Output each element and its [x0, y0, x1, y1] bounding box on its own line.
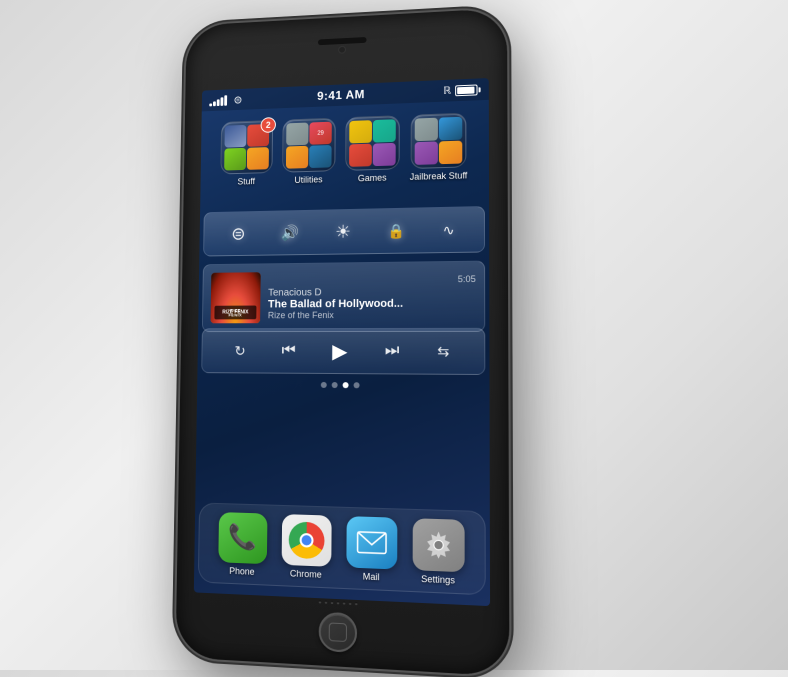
- control-strip: ⊜ 🔊 ☀ 🔒 ∿: [203, 206, 485, 256]
- page-dot-4: [353, 382, 359, 388]
- shuffle-button[interactable]: ⇆: [437, 343, 449, 360]
- signal-bar-1: [209, 103, 212, 106]
- dock-app-mail[interactable]: Mail: [346, 516, 397, 583]
- folder-utilities-icon[interactable]: 29: [282, 118, 336, 173]
- bluetooth-icon: ℝ: [443, 85, 451, 96]
- battery-tip: [479, 87, 481, 92]
- mini-icon-game4: [373, 143, 396, 166]
- signal-bar-2: [213, 101, 216, 106]
- page-dots: [197, 381, 489, 390]
- folder-badge-stuff: 2: [261, 117, 276, 133]
- next-button[interactable]: ⏭: [385, 342, 400, 360]
- now-playing[interactable]: RIZE FENIX 5:05 Tenacious D The Ballad o…: [202, 261, 485, 332]
- wifi-status-icon: ⊜: [234, 93, 243, 106]
- page-dot-1: [320, 382, 326, 388]
- status-right: ℝ: [443, 84, 481, 96]
- mini-icon-jb3: [415, 141, 438, 164]
- mail-label: Mail: [363, 571, 380, 582]
- mini-icon-jb1: [415, 118, 438, 142]
- mail-icon[interactable]: [346, 516, 397, 569]
- settings-label: Settings: [421, 573, 455, 585]
- home-button[interactable]: [319, 612, 358, 653]
- page-dot-3: [342, 382, 348, 388]
- dock-app-settings[interactable]: Settings: [412, 518, 464, 586]
- mail-svg: [356, 530, 387, 554]
- folder-jailbreak[interactable]: Jailbreak Stuff: [410, 113, 468, 182]
- mini-icon-camera: [286, 123, 308, 146]
- mini-icon-jb2: [439, 117, 462, 141]
- folder-jailbreak-icon[interactable]: [411, 113, 467, 169]
- mini-icon-util4: [309, 145, 332, 168]
- phone-icon[interactable]: 📞: [218, 512, 267, 564]
- play-button[interactable]: ▶: [332, 338, 347, 363]
- battery-fill: [457, 86, 474, 94]
- signal-bar-4: [220, 97, 223, 106]
- folder-utilities-label: Utilities: [294, 174, 322, 185]
- mini-icon-green: [224, 148, 246, 171]
- mini-icon-game3: [349, 144, 372, 167]
- phone-glyph: 📞: [228, 522, 257, 552]
- mini-icon-fb: [225, 125, 247, 148]
- folder-games-icon[interactable]: [345, 115, 400, 171]
- chrome-icon[interactable]: [281, 514, 331, 567]
- signal-bar-3: [217, 99, 220, 106]
- track-album: Rize of the Fenix: [268, 309, 476, 320]
- folder-stuff-icon[interactable]: 2: [220, 120, 273, 174]
- phone-label: Phone: [229, 565, 254, 576]
- status-left: ⊜: [209, 93, 242, 107]
- track-title: The Ballad of Hollywood...: [268, 297, 476, 310]
- gear-svg: [422, 528, 453, 560]
- mini-icon-util3: [286, 146, 308, 169]
- track-info: 5:05 Tenacious D The Ballad of Hollywood…: [268, 273, 476, 319]
- settings-icon[interactable]: [412, 518, 464, 572]
- folder-games-label: Games: [358, 173, 387, 184]
- folder-utilities[interactable]: 29 Utilities: [282, 118, 336, 186]
- volume-control-icon[interactable]: 🔊: [281, 224, 299, 242]
- playback-controls: ↻ ⏮ ▶ ⏭ ⇆: [201, 328, 485, 375]
- chrome-circle: [288, 521, 324, 559]
- battery-body: [455, 84, 477, 96]
- track-time: 5:05: [268, 273, 476, 285]
- mini-icon-game2: [373, 119, 396, 142]
- wifi-control-icon[interactable]: ⊜: [231, 223, 246, 244]
- brightness-control-icon[interactable]: ☀: [335, 221, 351, 242]
- dock-app-chrome[interactable]: Chrome: [281, 514, 331, 580]
- front-camera: [338, 46, 346, 54]
- signal-bars: [209, 94, 227, 106]
- prev-button[interactable]: ⏮: [282, 342, 296, 360]
- status-time: 9:41 AM: [317, 87, 365, 103]
- battery-container: [455, 84, 480, 96]
- iphone-device: ⊜ 9:41 AM ℝ: [175, 8, 509, 677]
- album-text: RIZE FENIX: [214, 306, 256, 320]
- scene: ⊜ 9:41 AM ℝ: [0, 0, 788, 670]
- signal-control-icon[interactable]: ∿: [443, 221, 455, 238]
- chrome-center: [299, 532, 313, 547]
- signal-bar-5: [224, 95, 227, 106]
- lock-control-icon[interactable]: 🔒: [388, 222, 406, 239]
- folder-games[interactable]: Games: [345, 115, 400, 183]
- earpiece: [318, 37, 367, 45]
- mini-icon-orange: [247, 147, 269, 170]
- speaker-grill: [318, 600, 357, 605]
- repeat-button[interactable]: ↻: [234, 342, 245, 359]
- mini-icon-game1: [349, 120, 372, 143]
- dock: 📞 Phone Chrome: [198, 502, 486, 595]
- folder-stuff-label: Stuff: [237, 176, 255, 186]
- page-dot-2: [331, 382, 337, 388]
- folder-jailbreak-label: Jailbreak Stuff: [410, 170, 468, 182]
- mini-icon-calendar: 29: [309, 122, 332, 145]
- mini-icon-jb4: [439, 141, 462, 165]
- app-grid: 2 Stuff 29 Utilities: [200, 104, 489, 195]
- screen: ⊜ 9:41 AM ℝ: [194, 78, 490, 606]
- chrome-label: Chrome: [290, 568, 322, 580]
- album-art: RIZE FENIX: [211, 272, 261, 323]
- folder-stuff[interactable]: 2 Stuff: [220, 120, 273, 187]
- dock-app-phone[interactable]: 📞 Phone: [218, 512, 267, 577]
